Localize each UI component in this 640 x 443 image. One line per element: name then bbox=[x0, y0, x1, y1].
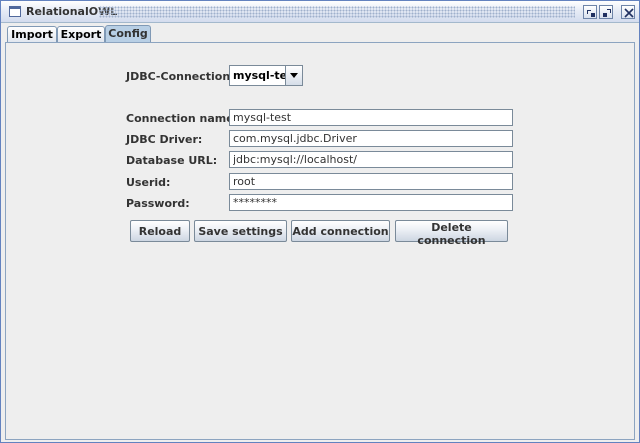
title-bar[interactable]: RelationalOWL bbox=[1, 1, 639, 23]
userid-label: Userid: bbox=[126, 176, 171, 189]
tab-bar: Import Export Config bbox=[5, 25, 637, 43]
database-url-label: Database URL: bbox=[126, 154, 218, 167]
close-icon bbox=[624, 8, 634, 18]
jdbc-connections-label: JDBC-Connections: bbox=[126, 70, 242, 83]
chevron-down-icon[interactable] bbox=[285, 66, 302, 85]
tab-export[interactable]: Export bbox=[57, 26, 105, 43]
tab-import[interactable]: Import bbox=[7, 26, 57, 43]
delete-connection-button[interactable]: Delete connection bbox=[395, 220, 508, 247]
jdbc-connections-dropdown[interactable]: mysql-test bbox=[229, 65, 303, 86]
application-window: RelationalOWL Import Export Config JDBC-… bbox=[0, 0, 640, 443]
maximize-button[interactable] bbox=[599, 5, 613, 19]
close-button[interactable] bbox=[621, 5, 635, 19]
save-settings-button[interactable]: Save settings bbox=[194, 220, 287, 242]
database-url-field[interactable] bbox=[229, 151, 513, 168]
connection-name-field[interactable] bbox=[229, 109, 513, 126]
password-field[interactable] bbox=[229, 194, 513, 211]
title-bar-grip bbox=[99, 6, 575, 18]
password-label: Password: bbox=[126, 197, 190, 210]
add-connection-button[interactable]: Add connection bbox=[291, 220, 390, 242]
connection-name-label: Connection name: bbox=[126, 112, 239, 125]
maximize-icon bbox=[603, 9, 611, 17]
reload-button[interactable]: Reload bbox=[130, 220, 190, 242]
iconify-icon bbox=[587, 10, 595, 17]
tab-config-label: Config bbox=[108, 27, 148, 40]
iconify-button[interactable] bbox=[583, 5, 597, 19]
userid-field[interactable] bbox=[229, 173, 513, 190]
jdbc-driver-field[interactable] bbox=[229, 130, 513, 147]
tab-config[interactable]: Config bbox=[105, 25, 151, 43]
jdbc-driver-label: JDBC Driver: bbox=[126, 133, 203, 146]
window-icon bbox=[9, 6, 21, 17]
